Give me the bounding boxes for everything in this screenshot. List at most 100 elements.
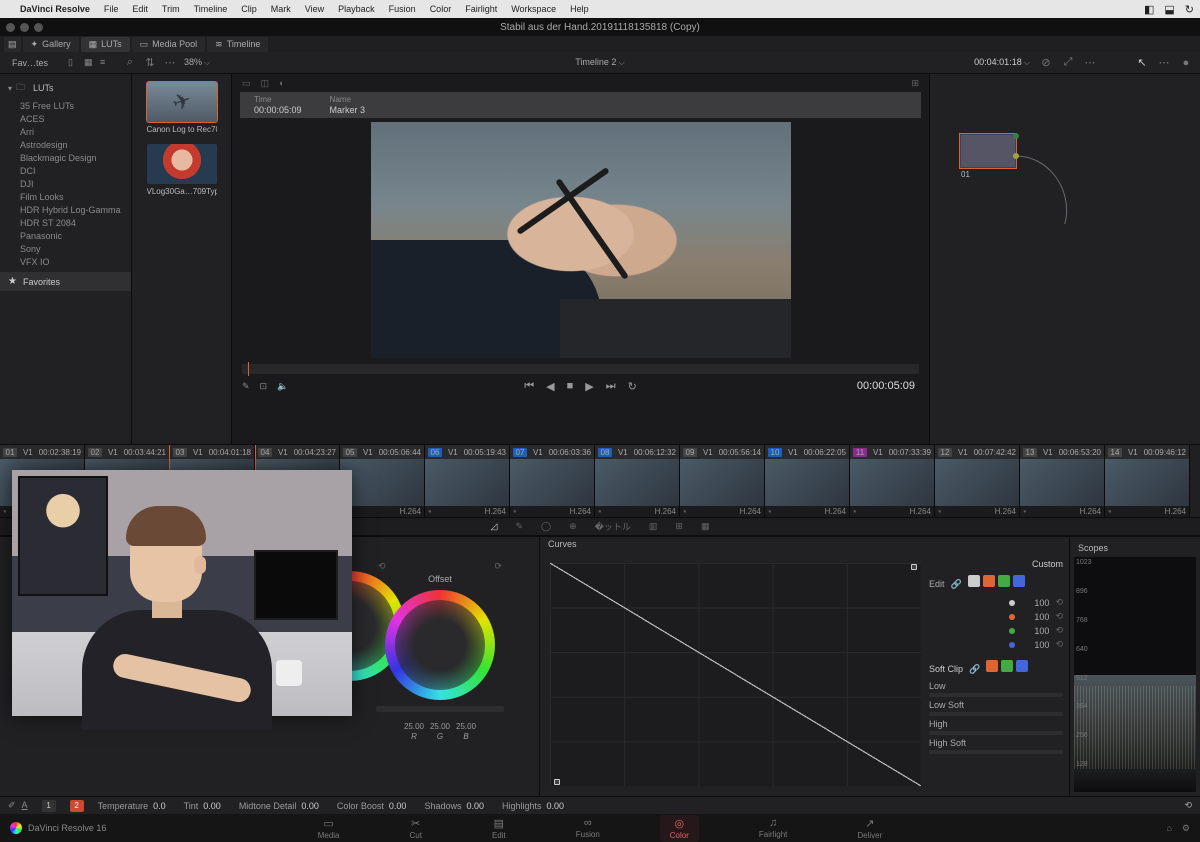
chan-y[interactable] bbox=[968, 575, 980, 587]
traffic-lights[interactable] bbox=[6, 23, 43, 32]
adjust-highlights[interactable]: Highlights0.00 bbox=[502, 801, 564, 811]
link-icon-2[interactable]: 🔗 bbox=[969, 664, 980, 675]
3d-icon[interactable]: ▦ bbox=[701, 521, 710, 532]
favorites-row[interactable]: Favorites bbox=[0, 272, 131, 291]
curve-point-white[interactable] bbox=[911, 564, 917, 570]
loop-icon[interactable]: ↻ bbox=[628, 380, 637, 393]
timeline-dropdown[interactable]: Timeline 2 bbox=[575, 57, 624, 68]
link-icon[interactable]: 🔗 bbox=[951, 579, 962, 590]
clip-thumb[interactable]: 11V100:07:33:39H.264 bbox=[850, 445, 935, 517]
node-more-icon[interactable]: ⋯ bbox=[1158, 57, 1170, 69]
page-fairlight[interactable]: ♫Fairlight bbox=[749, 815, 797, 842]
luts-item[interactable]: DJI bbox=[20, 177, 131, 190]
reset-y-icon[interactable]: ⟲ bbox=[1055, 597, 1063, 608]
split-icon[interactable]: ◫ bbox=[261, 78, 270, 89]
tracking-icon[interactable]: ⊕ bbox=[569, 521, 577, 532]
wipe-icon[interactable]: ⊞ bbox=[911, 78, 919, 89]
settings-icon[interactable]: ⚙ bbox=[1182, 823, 1190, 834]
luts-item[interactable]: HDR Hybrid Log-Gamma bbox=[20, 203, 131, 216]
wheel-right-reset-icon[interactable]: ⟳ bbox=[494, 561, 502, 572]
sc-chan-r[interactable] bbox=[986, 660, 998, 672]
adjust-midtone-detail[interactable]: Midtone Detail0.00 bbox=[239, 801, 319, 811]
node-graph[interactable]: 01 bbox=[930, 74, 1200, 444]
menu-fairlight[interactable]: Fairlight bbox=[465, 4, 497, 14]
play-icon[interactable]: ▶ bbox=[585, 380, 593, 393]
luts-item[interactable]: Astrodesign bbox=[20, 138, 131, 151]
luts-item[interactable]: Film Looks bbox=[20, 190, 131, 203]
tab-luts[interactable]: ▦LUTs bbox=[81, 37, 130, 52]
page-edit[interactable]: ▤Edit bbox=[482, 815, 516, 842]
tab-gallery[interactable]: ✦Gallery bbox=[23, 37, 79, 52]
lut-thumb-canon[interactable]: Canon Log to Rec709 bbox=[147, 82, 217, 134]
search-icon[interactable]: ⌕ bbox=[124, 57, 136, 69]
zoom-actual-icon[interactable]: ⊡ bbox=[260, 381, 268, 392]
tab-media-pool[interactable]: ▭Media Pool bbox=[132, 37, 206, 52]
reset-g-icon[interactable]: ⟲ bbox=[1055, 625, 1063, 636]
master-wheel-slider[interactable] bbox=[376, 706, 504, 712]
softclip-lowsoft-slider[interactable] bbox=[929, 712, 1063, 716]
chan-r[interactable] bbox=[983, 575, 995, 587]
menu-file[interactable]: File bbox=[104, 4, 119, 14]
page-1[interactable]: 1 bbox=[42, 800, 56, 812]
softclip-highsoft-slider[interactable] bbox=[929, 750, 1063, 754]
menu-mark[interactable]: Mark bbox=[271, 4, 291, 14]
clip-thumb[interactable]: 13V100:06:53:20H.264 bbox=[1020, 445, 1105, 517]
bypass-icon[interactable]: ⊘ bbox=[1040, 57, 1052, 69]
record-icon[interactable]: ● bbox=[1180, 57, 1192, 69]
qualifier-icon[interactable]: ✎ bbox=[515, 521, 523, 532]
key-icon[interactable]: ▥ bbox=[649, 521, 658, 532]
luts-item[interactable]: Panasonic bbox=[20, 229, 131, 242]
page-2[interactable]: 2 bbox=[70, 800, 84, 812]
page-deliver[interactable]: ↗Deliver bbox=[847, 815, 892, 842]
picker-icon[interactable]: ✎ bbox=[242, 381, 250, 392]
expand-icon[interactable]: ⤢ bbox=[1062, 57, 1074, 69]
next-clip-icon[interactable]: ⏭ bbox=[606, 380, 616, 393]
curves-tool-icon[interactable]: ◿ bbox=[491, 521, 498, 532]
menu-view[interactable]: View bbox=[305, 4, 324, 14]
step-back-icon[interactable]: ◀ bbox=[546, 380, 554, 393]
prev-clip-icon[interactable]: ⏮ bbox=[524, 380, 534, 393]
curve-point-black[interactable] bbox=[554, 779, 560, 785]
menu-timeline[interactable]: Timeline bbox=[194, 4, 228, 14]
eyedropper-icon[interactable]: ✐ bbox=[8, 800, 16, 811]
sort-icon[interactable]: ⇅ bbox=[144, 57, 156, 69]
stop-icon[interactable]: ■ bbox=[567, 380, 574, 392]
luts-item[interactable]: ACES bbox=[20, 112, 131, 125]
chan-g[interactable] bbox=[998, 575, 1010, 587]
curves-mode[interactable]: Custom bbox=[929, 559, 1063, 569]
luts-item[interactable]: DCI bbox=[20, 164, 131, 177]
clip-thumb[interactable]: 05V100:05:06:44H.264 bbox=[340, 445, 425, 517]
curve-editor[interactable] bbox=[550, 563, 921, 786]
clip-thumb[interactable]: 14V100:09:46:12H.264 bbox=[1105, 445, 1190, 517]
app-name[interactable]: DaVinci Resolve bbox=[20, 4, 90, 14]
luts-item[interactable]: Arri bbox=[20, 125, 131, 138]
page-fusion[interactable]: ∞Fusion bbox=[566, 815, 610, 842]
luts-item[interactable]: HDR ST 2084 bbox=[20, 216, 131, 229]
layout-icon[interactable]: ▤ bbox=[4, 37, 21, 52]
clip-thumb[interactable]: 12V100:07:42:42H.264 bbox=[935, 445, 1020, 517]
menu-edit[interactable]: Edit bbox=[132, 4, 148, 14]
luts-item[interactable]: Blackmagic Design bbox=[20, 151, 131, 164]
pointer-icon[interactable]: ↖ bbox=[1136, 57, 1148, 69]
highlight-icon[interactable]: ◐ bbox=[279, 78, 284, 88]
stills-icon[interactable]: ▭ bbox=[242, 78, 251, 89]
softclip-low-slider[interactable] bbox=[929, 693, 1063, 697]
luts-item[interactable]: Sony bbox=[20, 242, 131, 255]
page-media[interactable]: ▭Media bbox=[308, 815, 350, 842]
adjust-reset-icon[interactable]: ⟲ bbox=[1184, 800, 1192, 811]
audio-icon[interactable]: 🔈 bbox=[277, 381, 288, 392]
chan-b[interactable] bbox=[1013, 575, 1025, 587]
page-cut[interactable]: ✂Cut bbox=[400, 815, 432, 842]
sc-chan-g[interactable] bbox=[1001, 660, 1013, 672]
wheel-left-reset-icon[interactable]: ⟲ bbox=[378, 561, 386, 572]
dropbox-icon[interactable]: ⬓ bbox=[1164, 3, 1174, 16]
clip-thumb[interactable]: 09V100:05:56:14H.264 bbox=[680, 445, 765, 517]
home-icon[interactable]: ⌂ bbox=[1166, 823, 1171, 834]
viewer-more-icon[interactable]: ⋯ bbox=[1084, 57, 1096, 69]
blur-icon[interactable]: �ットル bbox=[595, 520, 631, 533]
sc-chan-b[interactable] bbox=[1016, 660, 1028, 672]
viewer-scrubber[interactable] bbox=[242, 364, 919, 374]
adjust-color-boost[interactable]: Color Boost0.00 bbox=[337, 801, 407, 811]
luts-item[interactable]: 35 Free LUTs bbox=[20, 99, 131, 112]
lut-thumb-vlog[interactable]: VLog30Ga…709Type4 bbox=[147, 144, 217, 196]
